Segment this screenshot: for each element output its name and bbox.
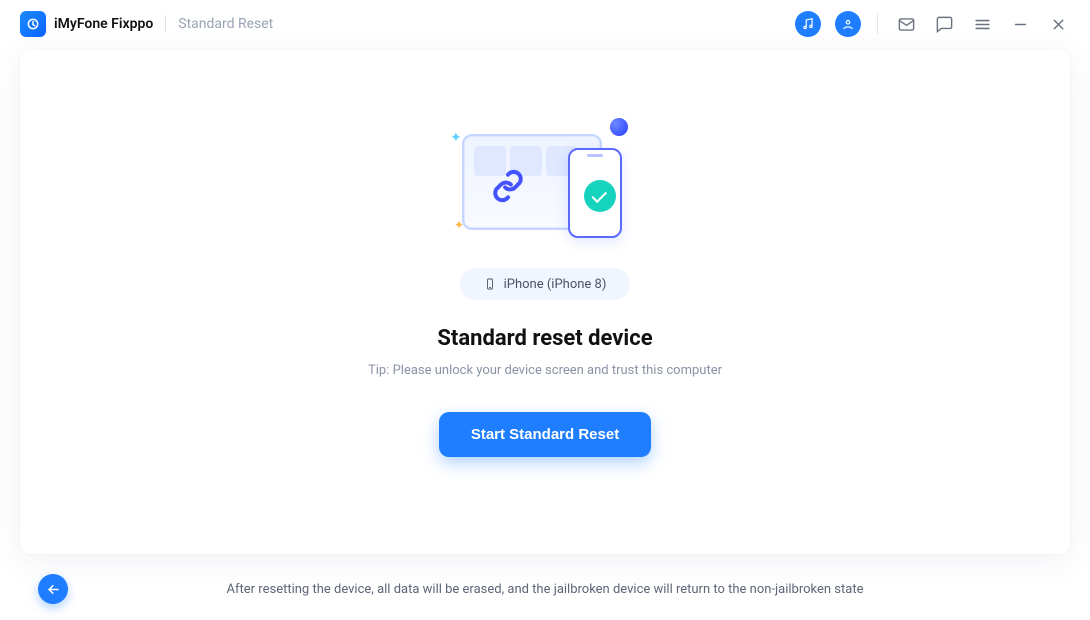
account-icon[interactable]: [835, 11, 861, 37]
sparkle-icon: ✦: [450, 130, 462, 146]
phone-outline-icon: [484, 276, 496, 292]
music-icon[interactable]: [795, 11, 821, 37]
feedback-icon[interactable]: [932, 12, 956, 36]
main-card: ✦ ✦ iPhone (iPhone 8) Standard reset dev…: [20, 50, 1070, 554]
titlebar-divider: [165, 15, 166, 33]
connect-illustration: ✦ ✦: [440, 108, 650, 240]
device-chip: iPhone (iPhone 8): [460, 268, 631, 300]
start-reset-button[interactable]: Start Standard Reset: [439, 412, 651, 457]
app-logo: [20, 11, 46, 37]
app-name: iMyFone Fixppo: [54, 16, 153, 32]
device-label: iPhone (iPhone 8): [504, 277, 607, 292]
footer-note: After resetting the device, all data wil…: [227, 582, 864, 597]
tip-text: Tip: Please unlock your device screen an…: [368, 363, 722, 378]
titlebar-right: [795, 11, 1070, 37]
close-button[interactable]: [1046, 12, 1070, 36]
mail-icon[interactable]: [894, 12, 918, 36]
menu-icon[interactable]: [970, 12, 994, 36]
back-button[interactable]: [38, 574, 68, 604]
titlebar: iMyFone Fixppo Standard Reset: [0, 0, 1090, 48]
titlebar-subtitle: Standard Reset: [178, 16, 273, 32]
footer: After resetting the device, all data wil…: [0, 558, 1090, 620]
planet-icon: [610, 118, 628, 136]
check-icon: [584, 180, 616, 212]
page-headline: Standard reset device: [437, 326, 652, 351]
titlebar-separator: [877, 14, 878, 34]
link-icon: [490, 168, 526, 204]
minimize-button[interactable]: [1008, 12, 1032, 36]
